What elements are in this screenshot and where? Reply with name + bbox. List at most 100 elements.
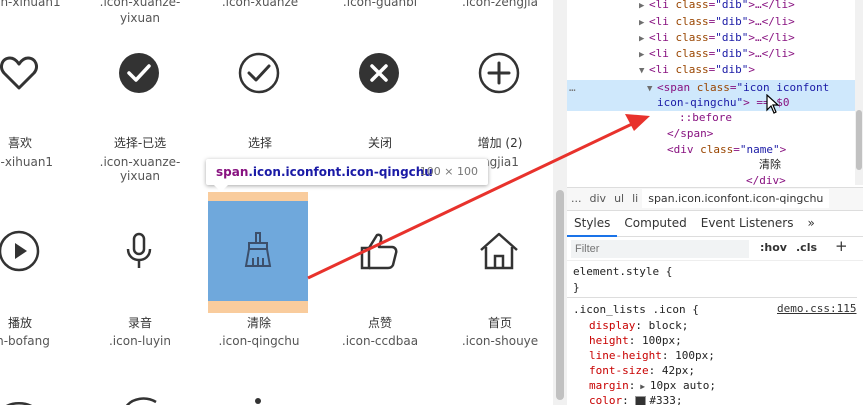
devtools-panel: ▶ <li class="dib">…</li> ▶ <li class="dib"… (567, 0, 863, 405)
plus-circle-outline-icon (449, 23, 549, 123)
dom-tag: <li (649, 15, 669, 28)
dom-node-div-name[interactable]: <div class="name"> (667, 142, 786, 158)
cls-toggle-button[interactable]: .cls (796, 241, 817, 254)
dom-tag-close: > (779, 143, 787, 156)
breadcrumb: ... div ul li span.icon.iconfont.icon-qingch… (567, 187, 863, 211)
icon-code-label: .icon-qingchu (218, 334, 300, 348)
dom-node-li-expanded[interactable]: ▼ <li class="dib"> (639, 62, 755, 78)
icon-code-label: .icon-guanbi (342, 0, 418, 9)
breadcrumb-current[interactable]: span.icon.iconfont.icon-qingchu (642, 189, 830, 208)
dom-attr-name: class (675, 63, 709, 76)
styles-filter-input[interactable] (571, 240, 749, 258)
dom-attr-value: "dib" (715, 47, 749, 60)
icon-name-label: 清除 (246, 316, 271, 330)
more-tabs-button[interactable]: » (800, 210, 821, 236)
broom-icon (244, 232, 272, 267)
dom-attr-name: class (675, 15, 709, 28)
styles-tab-bar: Styles Computed Event Listeners» (567, 210, 863, 237)
dom-attr-name: class (675, 47, 709, 60)
css-value: 100px; (675, 349, 715, 362)
css-rule-selector[interactable]: .icon_lists .icon { (573, 302, 699, 317)
dom-node-span-close[interactable]: </span> (667, 126, 713, 142)
dom-node-li[interactable]: ▶ <li class="dib">…</li> (639, 14, 795, 30)
css-property: font-size (589, 364, 649, 377)
tab-styles[interactable]: Styles (567, 211, 618, 237)
partial-icon (255, 398, 261, 404)
breadcrumb-item[interactable]: ul (610, 192, 628, 205)
tab-event-listeners[interactable]: Event Listeners (694, 210, 801, 236)
dom-tag: <li (649, 31, 669, 44)
icon-name-label: 点赞 (367, 316, 392, 330)
tooltip-classes: .icon.iconfont.icon-qingchu (248, 165, 433, 179)
microphone-icon (89, 201, 189, 301)
css-value: 100px; (642, 334, 682, 347)
dom-attr-value: "dib" (715, 31, 749, 44)
dom-node-li[interactable]: ▶ <li class="dib">…</li> (639, 46, 795, 62)
page-scrollbar-thumb[interactable] (556, 190, 564, 400)
icon-code-label: .icon-ccdbaa (341, 334, 419, 348)
new-style-rule-button[interactable]: + (835, 237, 848, 255)
dom-node-span-selected[interactable]: ▼ <span class="icon iconfont (647, 80, 829, 96)
thumbs-up-icon (329, 201, 429, 301)
partial-icon (6, 402, 32, 405)
icon-name-label: 关闭 (367, 136, 392, 150)
dom-tree-scrollbar-thumb[interactable] (856, 110, 862, 170)
element-style-selector[interactable]: element.style { (573, 264, 672, 279)
dom-attr-value: "dib" (715, 0, 749, 11)
icon-code-label-cont: yixuan (119, 169, 161, 183)
css-declaration[interactable]: height: 100px; (589, 333, 682, 348)
css-declaration[interactable]: line-height: 100px; (589, 348, 715, 363)
tooltip-arrow (214, 185, 228, 192)
dom-node-li[interactable]: ▶ <li class="dib">…</li> (639, 0, 795, 13)
icon-code-label: .icon-luyin (108, 334, 171, 348)
breadcrumb-item[interactable]: li (628, 192, 642, 205)
dom-attr-value: "dib" (715, 63, 749, 76)
highlight-padding-bottom (208, 301, 308, 313)
css-source-link[interactable]: demo.css:115 (777, 302, 856, 315)
css-property: margin (589, 379, 629, 392)
css-declaration[interactable]: margin: ▶ 10px auto; (589, 378, 716, 393)
dom-tag: <div (667, 143, 694, 156)
dom-pseudo-before[interactable]: ::before (679, 110, 732, 126)
css-declaration[interactable]: display: block; (589, 318, 688, 333)
icon-code-label: .icon-xihuan1 (0, 0, 61, 9)
css-property: color (589, 394, 623, 405)
check-circle-filled-icon (89, 23, 189, 123)
icon-demo-page: .icon-xihuan1 .icon-xuanze-yixuan .icon-… (0, 0, 553, 405)
icon-code-label: con-xihuan1 (0, 155, 54, 169)
icon-name-label: 录音 (127, 316, 152, 330)
dom-node-menu-dots[interactable]: … (569, 80, 576, 96)
styles-filter-bar: :hov .cls + (567, 237, 863, 261)
partial-icon (126, 397, 157, 405)
dom-node-li[interactable]: ▶ <li class="dib">…</li> (639, 30, 795, 46)
breadcrumb-item[interactable]: ... (567, 192, 586, 205)
tab-computed[interactable]: Computed (617, 210, 693, 236)
close-circle-filled-icon (329, 23, 429, 123)
icon-code-label: .icon-shouye (461, 334, 539, 348)
dom-attr-name: class (700, 143, 734, 156)
dom-attr-value: "dib" (715, 15, 749, 28)
css-value: block; (648, 319, 689, 332)
icon-name-label: 首页 (487, 316, 512, 330)
tooltip-tag: span (216, 165, 249, 179)
dom-tag: <span (657, 81, 691, 94)
icon-code-label: .icon-zengjia (462, 0, 538, 9)
mouse-cursor-icon (766, 94, 780, 114)
dom-attr-name: class (675, 31, 709, 44)
dom-attr-value: icon-qingchu" (657, 96, 744, 109)
icon-name-label: 播放 (7, 316, 32, 330)
dom-tag: <li (649, 47, 669, 60)
css-property: line-height (589, 349, 662, 362)
icon-name-label: 选择-已选 (113, 136, 167, 150)
dom-text-node[interactable]: 清除 (759, 157, 781, 173)
breadcrumb-item[interactable]: div (586, 192, 611, 205)
css-declaration[interactable]: font-size: 42px; (589, 363, 695, 378)
dom-attr-value: "name" (739, 143, 780, 156)
expand-triangle-icon[interactable]: ▶ (635, 382, 649, 391)
dom-tag: <li (649, 0, 669, 11)
hov-toggle-button[interactable]: :hov (760, 241, 787, 254)
css-declaration[interactable]: color: #333; (589, 393, 683, 405)
heart-outline-icon (0, 23, 69, 123)
dom-tag-close: >…</li> (748, 0, 795, 11)
color-swatch-icon[interactable] (635, 395, 647, 405)
